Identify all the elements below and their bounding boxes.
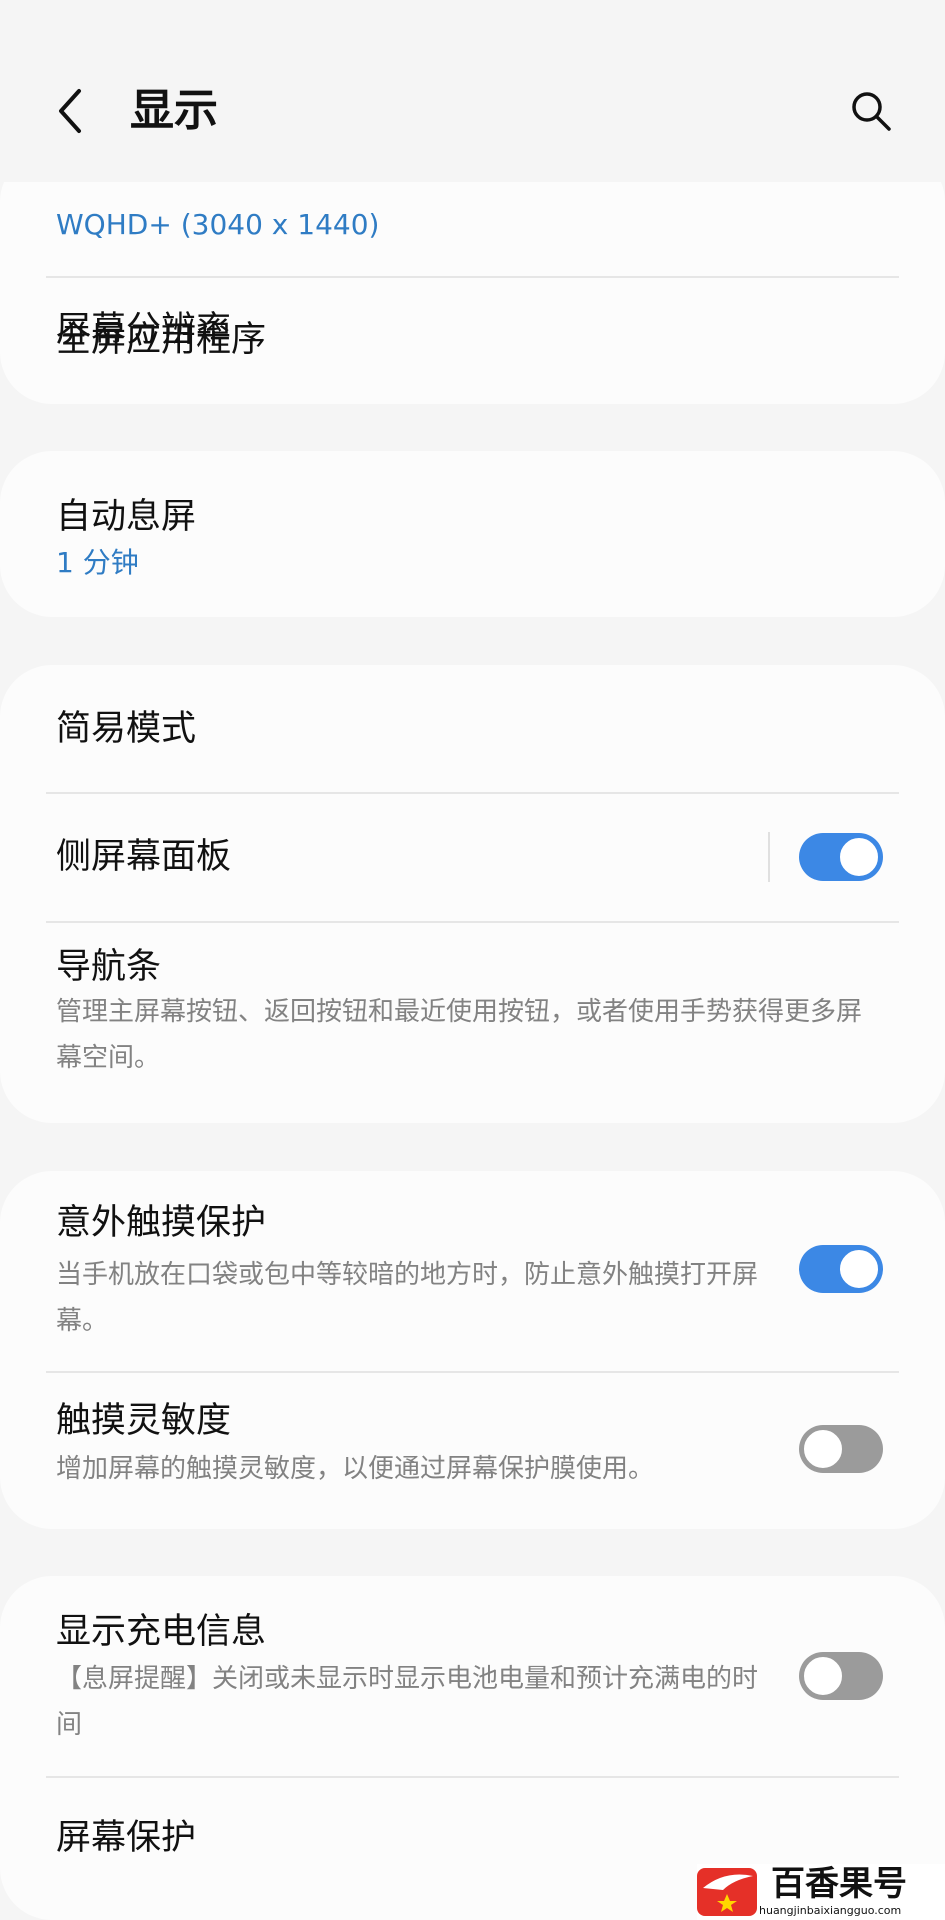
card-screen-timeout: 自动息屏 1 分钟	[0, 451, 945, 617]
search-button[interactable]	[846, 86, 896, 136]
back-button[interactable]	[48, 84, 92, 138]
accidental-touch-title: 意外触摸保护	[56, 1203, 267, 1243]
charging-info-toggle[interactable]	[799, 1652, 883, 1700]
accidental-touch-toggle[interactable]	[799, 1245, 883, 1293]
fullscreen-apps-row[interactable]: 全屏应用程序	[0, 278, 945, 404]
touch-sensitivity-row[interactable]: 触摸灵敏度 增加屏幕的触摸灵敏度，以便通过屏幕保护膜使用。	[0, 1373, 945, 1529]
accidental-touch-description: 当手机放在口袋或包中等较暗的地方时，防止意外触摸打开屏幕。	[56, 1260, 759, 1336]
toggle-knob	[801, 1654, 845, 1698]
charging-info-title: 显示充电信息	[56, 1612, 267, 1652]
screen-timeout-row[interactable]: 自动息屏 1 分钟	[0, 451, 945, 617]
charging-info-row[interactable]: 显示充电信息 【息屏提醒】关闭或未显示时显示电池电量和预计充满电的时间	[0, 1576, 945, 1776]
screen-timeout-title: 自动息屏	[56, 497, 197, 537]
touch-sensitivity-toggle[interactable]	[799, 1425, 883, 1473]
header-bar: 显示	[0, 0, 945, 182]
screen-resolution-value: WQHD+ (3040 x 1440)	[56, 208, 380, 241]
card-modes: 简易模式 侧屏幕面板 导航条 管理主屏幕按钮、返回按钮和最近使用按钮，或者使用手…	[0, 665, 945, 1123]
watermark-logo-icon	[697, 1868, 757, 1916]
charging-info-description: 【息屏提醒】关闭或未显示时显示电池电量和预计充满电的时间	[56, 1664, 759, 1740]
card-display-resolution: 屏幕分辨率 WQHD+ (3040 x 1440) 全屏应用程序	[0, 150, 945, 404]
toggle-knob	[837, 1247, 881, 1291]
chevron-left-icon	[59, 89, 81, 133]
card-touch: 意外触摸保护 当手机放在口袋或包中等较暗的地方时，防止意外触摸打开屏幕。 触摸灵…	[0, 1171, 945, 1529]
screen-saver-title: 屏幕保护	[56, 1818, 197, 1858]
easy-mode-title: 简易模式	[56, 709, 197, 749]
watermark: 百香果号 huangjinbaixiangguo.com	[697, 1864, 945, 1920]
navigation-bar-title: 导航条	[56, 947, 162, 987]
screen-timeout-value: 1 分钟	[56, 546, 139, 579]
toggle-knob	[837, 835, 881, 879]
search-icon	[852, 92, 891, 131]
navigation-bar-description: 管理主屏幕按钮、返回按钮和最近使用按钮，或者使用手势获得更多屏幕空间。	[56, 997, 863, 1073]
accidental-touch-row[interactable]: 意外触摸保护 当手机放在口袋或包中等较暗的地方时，防止意外触摸打开屏幕。	[0, 1171, 945, 1371]
touch-sensitivity-description: 增加屏幕的触摸灵敏度，以便通过屏幕保护膜使用。	[56, 1454, 655, 1484]
edge-panels-row[interactable]: 侧屏幕面板	[0, 794, 945, 921]
easy-mode-row[interactable]: 简易模式	[0, 665, 945, 792]
watermark-name: 百香果号	[771, 1864, 907, 1904]
edge-panels-title: 侧屏幕面板	[56, 837, 232, 877]
watermark-url: huangjinbaixiangguo.com	[759, 1904, 902, 1917]
navigation-bar-row[interactable]: 导航条 管理主屏幕按钮、返回按钮和最近使用按钮，或者使用手势获得更多屏幕空间。	[0, 923, 945, 1123]
touch-sensitivity-title: 触摸灵敏度	[56, 1401, 232, 1441]
edge-panels-toggle[interactable]	[799, 833, 883, 881]
fullscreen-apps-title: 全屏应用程序	[56, 320, 267, 360]
vertical-separator	[768, 832, 770, 882]
page-title: 显示	[130, 85, 218, 136]
toggle-knob	[801, 1427, 845, 1471]
